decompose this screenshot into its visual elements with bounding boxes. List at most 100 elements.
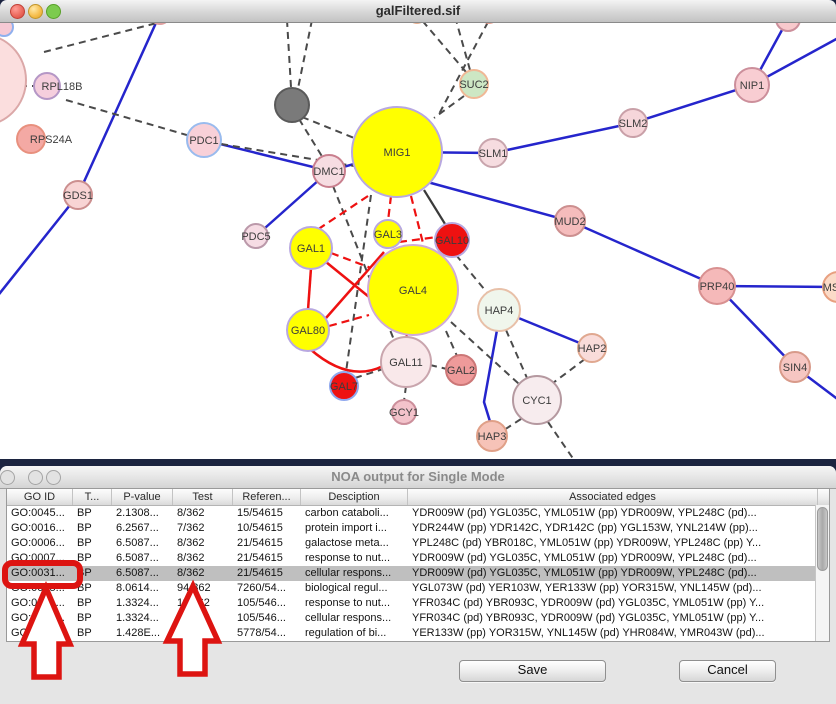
node-mud2[interactable]: MUD2 <box>554 206 585 236</box>
cell: 6.5087... <box>112 551 173 566</box>
node-unlabeled[interactable] <box>0 34 26 126</box>
cell: BP <box>73 521 112 536</box>
node-gal4[interactable]: GAL4 <box>368 245 458 335</box>
node-gal1[interactable]: GAL1 <box>290 227 332 269</box>
column-header-t-[interactable]: T... <box>73 489 112 505</box>
column-header-p-value[interactable]: P-value <box>112 489 173 505</box>
edge <box>326 262 374 301</box>
minimize-button[interactable] <box>28 470 43 485</box>
node-label: SUC2 <box>459 79 488 91</box>
node-label: GAL4 <box>399 285 427 297</box>
network-window-title: galFiltered.sif <box>0 0 836 22</box>
node-unlabeled[interactable] <box>0 22 13 36</box>
node-rps24a[interactable]: RPS24A <box>17 125 73 153</box>
cancel-button[interactable]: Cancel <box>679 660 776 682</box>
node-label: SLM1 <box>479 148 508 160</box>
cell: GO:0031... <box>7 611 73 626</box>
table-row[interactable]: GO:0045...BP2.1308...8/36215/54615carbon… <box>7 506 829 521</box>
table-row[interactable]: GO:0031...BP1.3324...11/362105/546...res… <box>7 596 829 611</box>
node-gal11[interactable]: GAL11 <box>381 337 431 387</box>
table-row[interactable]: GO:0050...BP1.428E...80/3625778/54...reg… <box>7 626 829 641</box>
node-unlabeled[interactable] <box>275 88 309 122</box>
node-msn5[interactable]: MSN5 <box>823 272 836 302</box>
cell: 8.0614... <box>112 581 173 596</box>
node-hap4[interactable]: HAP4 <box>478 289 520 331</box>
node-dmc1[interactable]: DMC1 <box>313 155 345 187</box>
edge <box>329 315 369 326</box>
table-row[interactable]: GO:0016...BP6.2567...7/36210/54615protei… <box>7 521 829 536</box>
table-row[interactable]: GO:0006...BP6.5087...8/36221/54615galact… <box>7 536 829 551</box>
node-unlabeled[interactable] <box>776 22 800 31</box>
cell: 10/54615 <box>233 521 301 536</box>
cell: BP <box>73 611 112 626</box>
network-window-titlebar[interactable]: galFiltered.sif <box>0 0 836 23</box>
node-slm2[interactable]: SLM2 <box>619 109 648 137</box>
node-pdc1[interactable]: PDC1 <box>187 123 221 157</box>
vertical-scrollbar[interactable] <box>815 505 829 641</box>
node-gal7[interactable]: GAL7 <box>330 372 358 400</box>
edge <box>506 330 527 378</box>
node-hap2[interactable]: HAP2 <box>578 334 607 362</box>
node-label: GAL80 <box>291 325 325 337</box>
column-header-test[interactable]: Test <box>173 489 233 505</box>
column-header-desciption[interactable]: Desciption <box>301 489 408 505</box>
column-header-associated-edges[interactable]: Associated edges <box>408 489 818 505</box>
cell: galactose meta... <box>301 536 408 551</box>
cell: BP <box>73 596 112 611</box>
node-mig1[interactable]: MIG1 <box>352 107 442 197</box>
table-header-row[interactable]: GO IDT...P-valueTestReferen...Desciption… <box>7 489 829 506</box>
node-label: GAL1 <box>297 243 325 255</box>
node-gds1[interactable]: GDS1 <box>63 181 93 209</box>
node-gal2[interactable]: GAL2 <box>446 355 476 385</box>
close-button[interactable] <box>10 4 25 19</box>
noa-window-titlebar[interactable]: NOA output for Single Mode <box>0 466 836 489</box>
column-header-referen-[interactable]: Referen... <box>233 489 301 505</box>
scrollbar-thumb[interactable] <box>817 507 828 571</box>
cell: GO:0007... <box>7 551 73 566</box>
node-label: PDC1 <box>189 135 218 147</box>
zoom-button[interactable] <box>46 4 61 19</box>
node-sin4[interactable]: SIN4 <box>780 352 810 382</box>
node-rpl18b[interactable]: RPL18B <box>34 73 82 99</box>
cell: YDR244W (pp) YDR142C, YDR142C (pp) YGL15… <box>408 521 818 536</box>
edge <box>44 22 192 52</box>
edge <box>66 100 204 140</box>
table-row-selected[interactable]: GO:0031...BP6.5087...8/36221/54615cellul… <box>7 566 829 581</box>
node-cyc1[interactable]: CYC1 <box>513 376 561 424</box>
node-label: DMC1 <box>313 166 344 178</box>
zoom-button[interactable] <box>46 470 61 485</box>
node-gcy1[interactable]: GCY1 <box>389 400 419 424</box>
go-results-table: GO IDT...P-valueTestReferen...Desciption… <box>6 488 830 642</box>
node-label: MSN5 <box>823 282 836 294</box>
column-header-go-id[interactable]: GO ID <box>7 489 73 505</box>
cell: GO:0045... <box>7 506 73 521</box>
minimize-button[interactable] <box>28 4 43 19</box>
edge <box>439 22 488 114</box>
cell: cellular respons... <box>301 566 408 581</box>
table-row[interactable]: GO:0007...BP6.5087...8/36221/54615respon… <box>7 551 829 566</box>
cell: GO:0031... <box>7 596 73 611</box>
edge <box>717 286 836 404</box>
table-row[interactable]: GO:0065...BP8.0614...94/3627260/54...bio… <box>7 581 829 596</box>
node-gal10[interactable]: GAL10 <box>435 223 469 257</box>
cell: YER133W (pp) YOR315W, YNL145W (pd) YHR08… <box>408 626 818 641</box>
save-button[interactable]: Save <box>459 660 606 682</box>
node-suc2[interactable]: SUC2 <box>459 70 488 98</box>
node-gal3[interactable]: GAL3 <box>374 220 402 248</box>
node-nip1[interactable]: NIP1 <box>735 68 769 102</box>
cell: 80/362 <box>173 626 233 641</box>
edge <box>317 196 368 230</box>
cell: GO:0050... <box>7 626 73 641</box>
node-prp40[interactable]: PRP40 <box>699 268 735 304</box>
node-label: RPS24A <box>30 134 73 146</box>
node-label: GAL10 <box>435 235 469 247</box>
node-gal80[interactable]: GAL80 <box>287 309 329 351</box>
network-canvas[interactable]: RPL18BRPS24AGDS1PDC1DMC1PDC5MIG1SUC2SLM1… <box>0 22 836 459</box>
node-slm1[interactable]: SLM1 <box>479 139 508 167</box>
node-label: SIN4 <box>783 362 807 374</box>
close-button[interactable] <box>0 470 15 485</box>
node-hap3[interactable]: HAP3 <box>477 421 507 451</box>
table-row[interactable]: GO:0031...BP1.3324...11/362105/546...cel… <box>7 611 829 626</box>
node-label: NIP1 <box>740 80 764 92</box>
edge <box>308 268 311 310</box>
